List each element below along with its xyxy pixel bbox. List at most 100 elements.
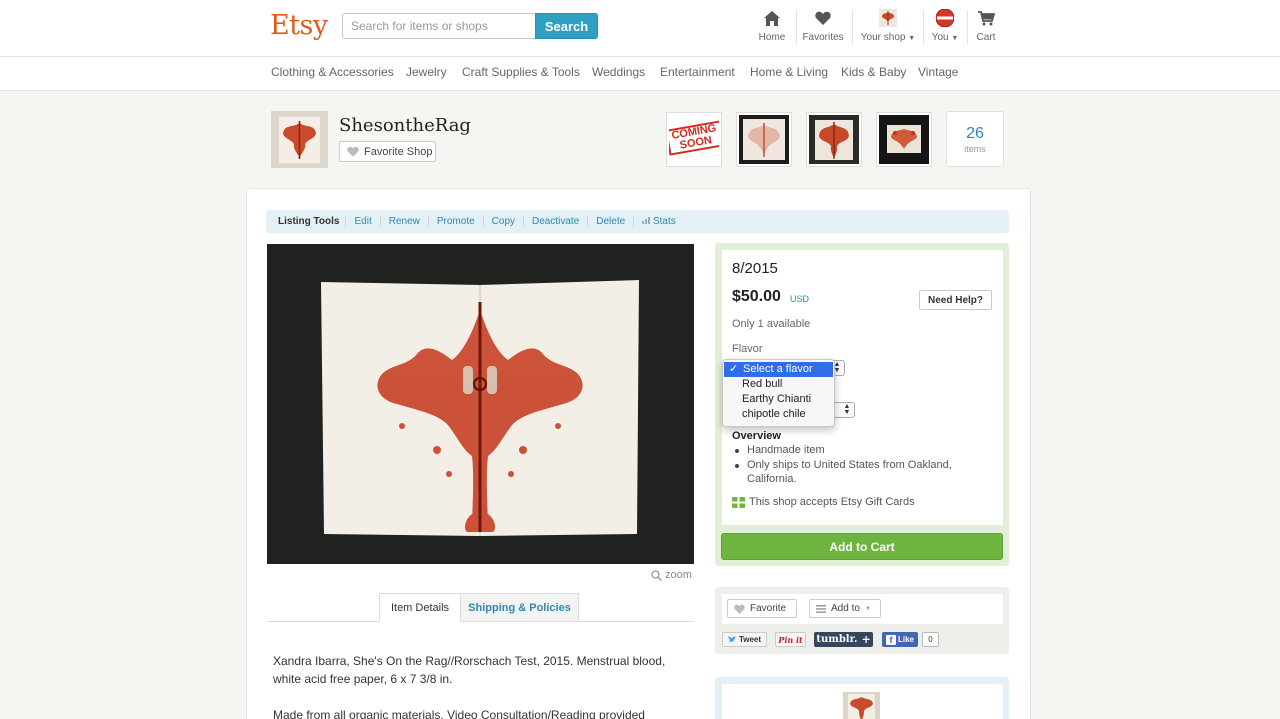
shop-name[interactable]: ShesontheRag bbox=[339, 115, 471, 136]
nav-favorites[interactable]: Favorites bbox=[802, 8, 844, 48]
favorite-item-button[interactable]: Favorite bbox=[727, 599, 797, 618]
shop-listing-thumb[interactable] bbox=[876, 112, 932, 167]
etsy-logo[interactable]: Etsy bbox=[270, 10, 328, 41]
tool-stats-label: Stats bbox=[652, 216, 676, 227]
tool-delete-link[interactable]: Delete bbox=[587, 216, 633, 227]
dropdown-option[interactable]: chipotle chile bbox=[723, 407, 834, 422]
twitter-bird-icon bbox=[727, 636, 737, 643]
listing-main-image[interactable] bbox=[267, 244, 694, 564]
dropdown-option[interactable]: ✓ Select a flavor bbox=[724, 362, 833, 377]
tool-promote-link[interactable]: Promote bbox=[427, 216, 483, 227]
category-link[interactable]: Vintage bbox=[918, 65, 958, 79]
nav-divider bbox=[967, 10, 968, 44]
list-icon bbox=[816, 604, 826, 613]
dropdown-option[interactable]: Red bull bbox=[723, 377, 834, 392]
category-link[interactable]: Jewelry bbox=[406, 65, 447, 79]
add-to-cart-button[interactable]: Add to Cart bbox=[721, 533, 1003, 560]
nav-favorites-label: Favorites bbox=[802, 32, 844, 43]
listing-tools-label: Listing Tools bbox=[278, 216, 340, 227]
bar-chart-icon bbox=[642, 217, 651, 224]
heart-icon bbox=[347, 146, 359, 157]
heart-icon bbox=[734, 604, 745, 614]
tab-item-details[interactable]: Item Details bbox=[379, 593, 461, 622]
listing-price: $50.00 bbox=[732, 288, 781, 305]
item-description: Xandra Ibarra, She's On the Rag//Rorscha… bbox=[273, 652, 673, 719]
dropdown-option-label: Select a flavor bbox=[743, 363, 813, 375]
tool-edit-link[interactable]: Edit bbox=[345, 216, 379, 227]
nav-you-label: You ▼ bbox=[931, 32, 959, 43]
pinit-button[interactable]: Pin it bbox=[775, 632, 806, 647]
search-button[interactable]: Search bbox=[535, 13, 598, 39]
currency-label[interactable]: USD bbox=[790, 294, 809, 304]
home-icon bbox=[764, 8, 780, 28]
select-arrows-icon: ▲ ▼ bbox=[843, 403, 851, 416]
zoom-link[interactable]: zoom bbox=[651, 569, 692, 581]
tool-stats-link[interactable]: Stats bbox=[633, 216, 684, 227]
shop-avatar[interactable] bbox=[271, 111, 328, 168]
favorite-shop-label: Favorite Shop bbox=[364, 145, 433, 158]
nav-your-shop[interactable]: Your shop ▼ bbox=[860, 8, 916, 48]
dropdown-option[interactable]: Earthy Chianti bbox=[723, 392, 834, 407]
listing-tools-bar: Listing Tools Edit Renew Promote Copy De… bbox=[266, 210, 1009, 233]
checkmark-icon: ✓ bbox=[729, 363, 739, 375]
overview-item: Handmade item bbox=[735, 443, 992, 458]
favorite-item-label: Favorite bbox=[750, 603, 787, 614]
caret-down-icon: ▼ bbox=[908, 35, 916, 42]
favorite-shop-button[interactable]: Favorite Shop bbox=[339, 141, 436, 162]
like-count: 0 bbox=[922, 632, 939, 647]
tweet-label: Tweet bbox=[738, 635, 762, 644]
caret-down-icon: ▼ bbox=[864, 605, 871, 612]
category-link[interactable]: Weddings bbox=[592, 65, 645, 79]
category-bar: Clothing & Accessories Jewelry Craft Sup… bbox=[0, 57, 1280, 91]
category-link[interactable]: Clothing & Accessories bbox=[271, 65, 394, 79]
tool-deactivate-link[interactable]: Deactivate bbox=[523, 216, 587, 227]
description-paragraph: Xandra Ibarra, She's On the Rag//Rorscha… bbox=[273, 654, 666, 686]
nav-cart-label: Cart bbox=[976, 32, 996, 43]
gift-card-text: This shop accepts Etsy Gift Cards bbox=[749, 496, 915, 508]
listing-title: 8/2015 bbox=[732, 260, 778, 277]
avatar-icon bbox=[936, 8, 954, 28]
like-label: Like bbox=[897, 635, 914, 644]
plus-icon: + bbox=[861, 633, 871, 646]
category-link[interactable]: Craft Supplies & Tools bbox=[462, 65, 580, 79]
shop-listing-thumb[interactable]: COMING SOON bbox=[666, 112, 722, 167]
shop-listing-thumb[interactable] bbox=[736, 112, 792, 167]
tweet-button[interactable]: Tweet bbox=[722, 632, 767, 647]
tab-shipping-policies[interactable]: Shipping & Policies bbox=[460, 593, 579, 622]
shop-listing-thumb[interactable] bbox=[806, 112, 862, 167]
gift-card-notice: This shop accepts Etsy Gift Cards bbox=[732, 496, 915, 508]
nav-cart[interactable]: Cart bbox=[974, 8, 998, 48]
nav-your-shop-label: Your shop ▼ bbox=[860, 32, 916, 43]
related-item-thumb[interactable] bbox=[843, 692, 880, 719]
cart-icon bbox=[977, 8, 995, 28]
nav-divider bbox=[852, 10, 853, 44]
shop-thumbnail-icon bbox=[879, 8, 897, 28]
need-help-button[interactable]: Need Help? bbox=[919, 290, 992, 310]
availability-text: Only 1 available bbox=[732, 318, 811, 330]
nav-divider bbox=[923, 10, 924, 44]
add-to-list-button[interactable]: Add to ▼ bbox=[809, 599, 881, 618]
gift-card-icon bbox=[732, 496, 745, 508]
category-link[interactable]: Entertainment bbox=[660, 65, 735, 79]
overview-list: Handmade item Only ships to United State… bbox=[735, 443, 992, 487]
nav-divider bbox=[796, 10, 797, 44]
nav-home-label: Home bbox=[758, 32, 786, 43]
search-input[interactable] bbox=[342, 13, 536, 39]
overview-item: Only ships to United States from Oakland… bbox=[735, 458, 992, 487]
nav-home[interactable]: Home bbox=[758, 8, 786, 48]
items-count-label: items bbox=[964, 144, 986, 154]
tool-copy-link[interactable]: Copy bbox=[482, 216, 523, 227]
facebook-like-button[interactable]: f Like bbox=[882, 632, 918, 647]
nav-you[interactable]: You ▼ bbox=[929, 8, 961, 48]
shop-items-count[interactable]: 26 items bbox=[946, 111, 1004, 167]
category-link[interactable]: Home & Living bbox=[750, 65, 828, 79]
description-paragraph: Made from all organic materials. Video C… bbox=[273, 708, 645, 719]
items-count-number: 26 bbox=[966, 125, 984, 142]
tumblr-label: tumblr. bbox=[816, 634, 858, 645]
flavor-label: Flavor bbox=[732, 343, 763, 355]
tumblr-button[interactable]: tumblr. + bbox=[814, 632, 873, 647]
category-link[interactable]: Kids & Baby bbox=[841, 65, 906, 79]
overview-heading: Overview bbox=[732, 430, 781, 442]
tool-renew-link[interactable]: Renew bbox=[379, 216, 428, 227]
flavor-dropdown-menu: ✓ Select a flavor Red bull Earthy Chiant… bbox=[722, 359, 835, 427]
